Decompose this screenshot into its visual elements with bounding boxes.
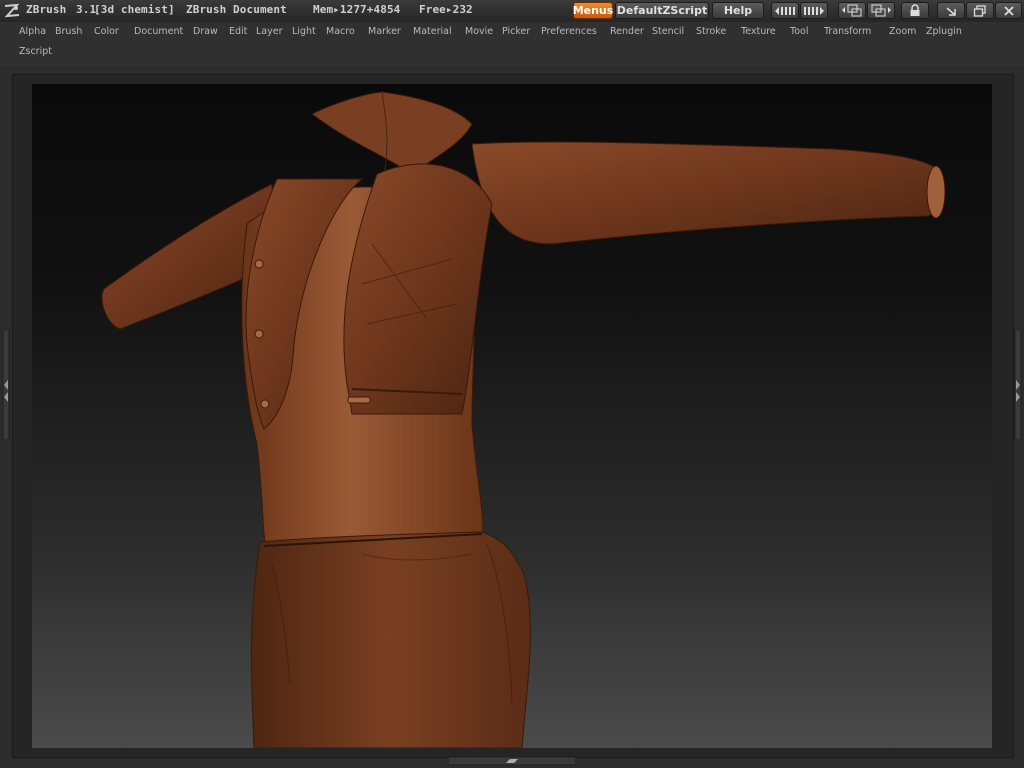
main-menu-bar: Alpha Brush Color Document Draw Edit Lay… bbox=[0, 22, 1024, 66]
document-name: ZBrush Document bbox=[186, 3, 287, 16]
bottom-tray-handle[interactable] bbox=[448, 756, 576, 766]
menu-texture[interactable]: Texture bbox=[741, 26, 776, 37]
menu-transform[interactable]: Transform bbox=[824, 26, 871, 37]
menu-material[interactable]: Material bbox=[413, 26, 452, 37]
menu-stroke[interactable]: Stroke bbox=[696, 26, 726, 37]
menu-color[interactable]: Color bbox=[94, 26, 119, 37]
close-icon[interactable] bbox=[995, 2, 1022, 19]
document-canvas[interactable] bbox=[32, 84, 992, 748]
app-name: ZBrush bbox=[26, 3, 67, 16]
menu-tool[interactable]: Tool bbox=[790, 26, 808, 37]
menu-draw[interactable]: Draw bbox=[193, 26, 218, 37]
menu-marker[interactable]: Marker bbox=[368, 26, 401, 37]
menu-alpha[interactable]: Alpha bbox=[19, 26, 46, 37]
menu-brush[interactable]: Brush bbox=[55, 26, 82, 37]
menu-edit[interactable]: Edit bbox=[229, 26, 247, 37]
restore-icon[interactable] bbox=[966, 2, 994, 19]
menu-render[interactable]: Render bbox=[610, 26, 644, 37]
zbrush-logo-icon bbox=[4, 3, 20, 18]
app-user: [3d chemist] bbox=[94, 3, 175, 16]
layout-prev-icon[interactable] bbox=[838, 2, 866, 19]
menu-document[interactable]: Document bbox=[134, 26, 183, 37]
menu-zscript[interactable]: Zscript bbox=[19, 46, 52, 57]
right-tray-handle[interactable] bbox=[1013, 330, 1023, 440]
memory-readout: Mem▸1277+4854 bbox=[313, 3, 401, 16]
lock-icon[interactable] bbox=[901, 2, 929, 19]
layout-next-icon[interactable] bbox=[867, 2, 895, 19]
menu-macro[interactable]: Macro bbox=[326, 26, 355, 37]
menu-zplugin[interactable]: Zplugin bbox=[926, 26, 962, 37]
menus-button[interactable]: Menus bbox=[573, 2, 613, 19]
menu-movie[interactable]: Movie bbox=[465, 26, 493, 37]
menu-layer[interactable]: Layer bbox=[256, 26, 283, 37]
menu-light[interactable]: Light bbox=[292, 26, 316, 37]
menu-stencil[interactable]: Stencil bbox=[652, 26, 684, 37]
minimize-icon[interactable] bbox=[937, 2, 965, 19]
menu-zoom[interactable]: Zoom bbox=[889, 26, 916, 37]
zbrush-window: ZBrush 3.1 [3d chemist] ZBrush Document … bbox=[0, 0, 1024, 768]
left-tray-handle[interactable] bbox=[1, 330, 11, 440]
scroll-right-icon[interactable] bbox=[800, 2, 828, 19]
default-zscript-button[interactable]: DefaultZScript bbox=[615, 2, 709, 19]
menu-preferences[interactable]: Preferences bbox=[541, 26, 597, 37]
menu-picker[interactable]: Picker bbox=[502, 26, 530, 37]
scroll-left-icon[interactable] bbox=[771, 2, 799, 19]
title-bar: ZBrush 3.1 [3d chemist] ZBrush Document … bbox=[0, 0, 1024, 23]
help-button[interactable]: Help bbox=[712, 2, 764, 19]
free-readout: Free▸232 bbox=[419, 3, 473, 16]
leather-outfit-model bbox=[101, 91, 946, 748]
